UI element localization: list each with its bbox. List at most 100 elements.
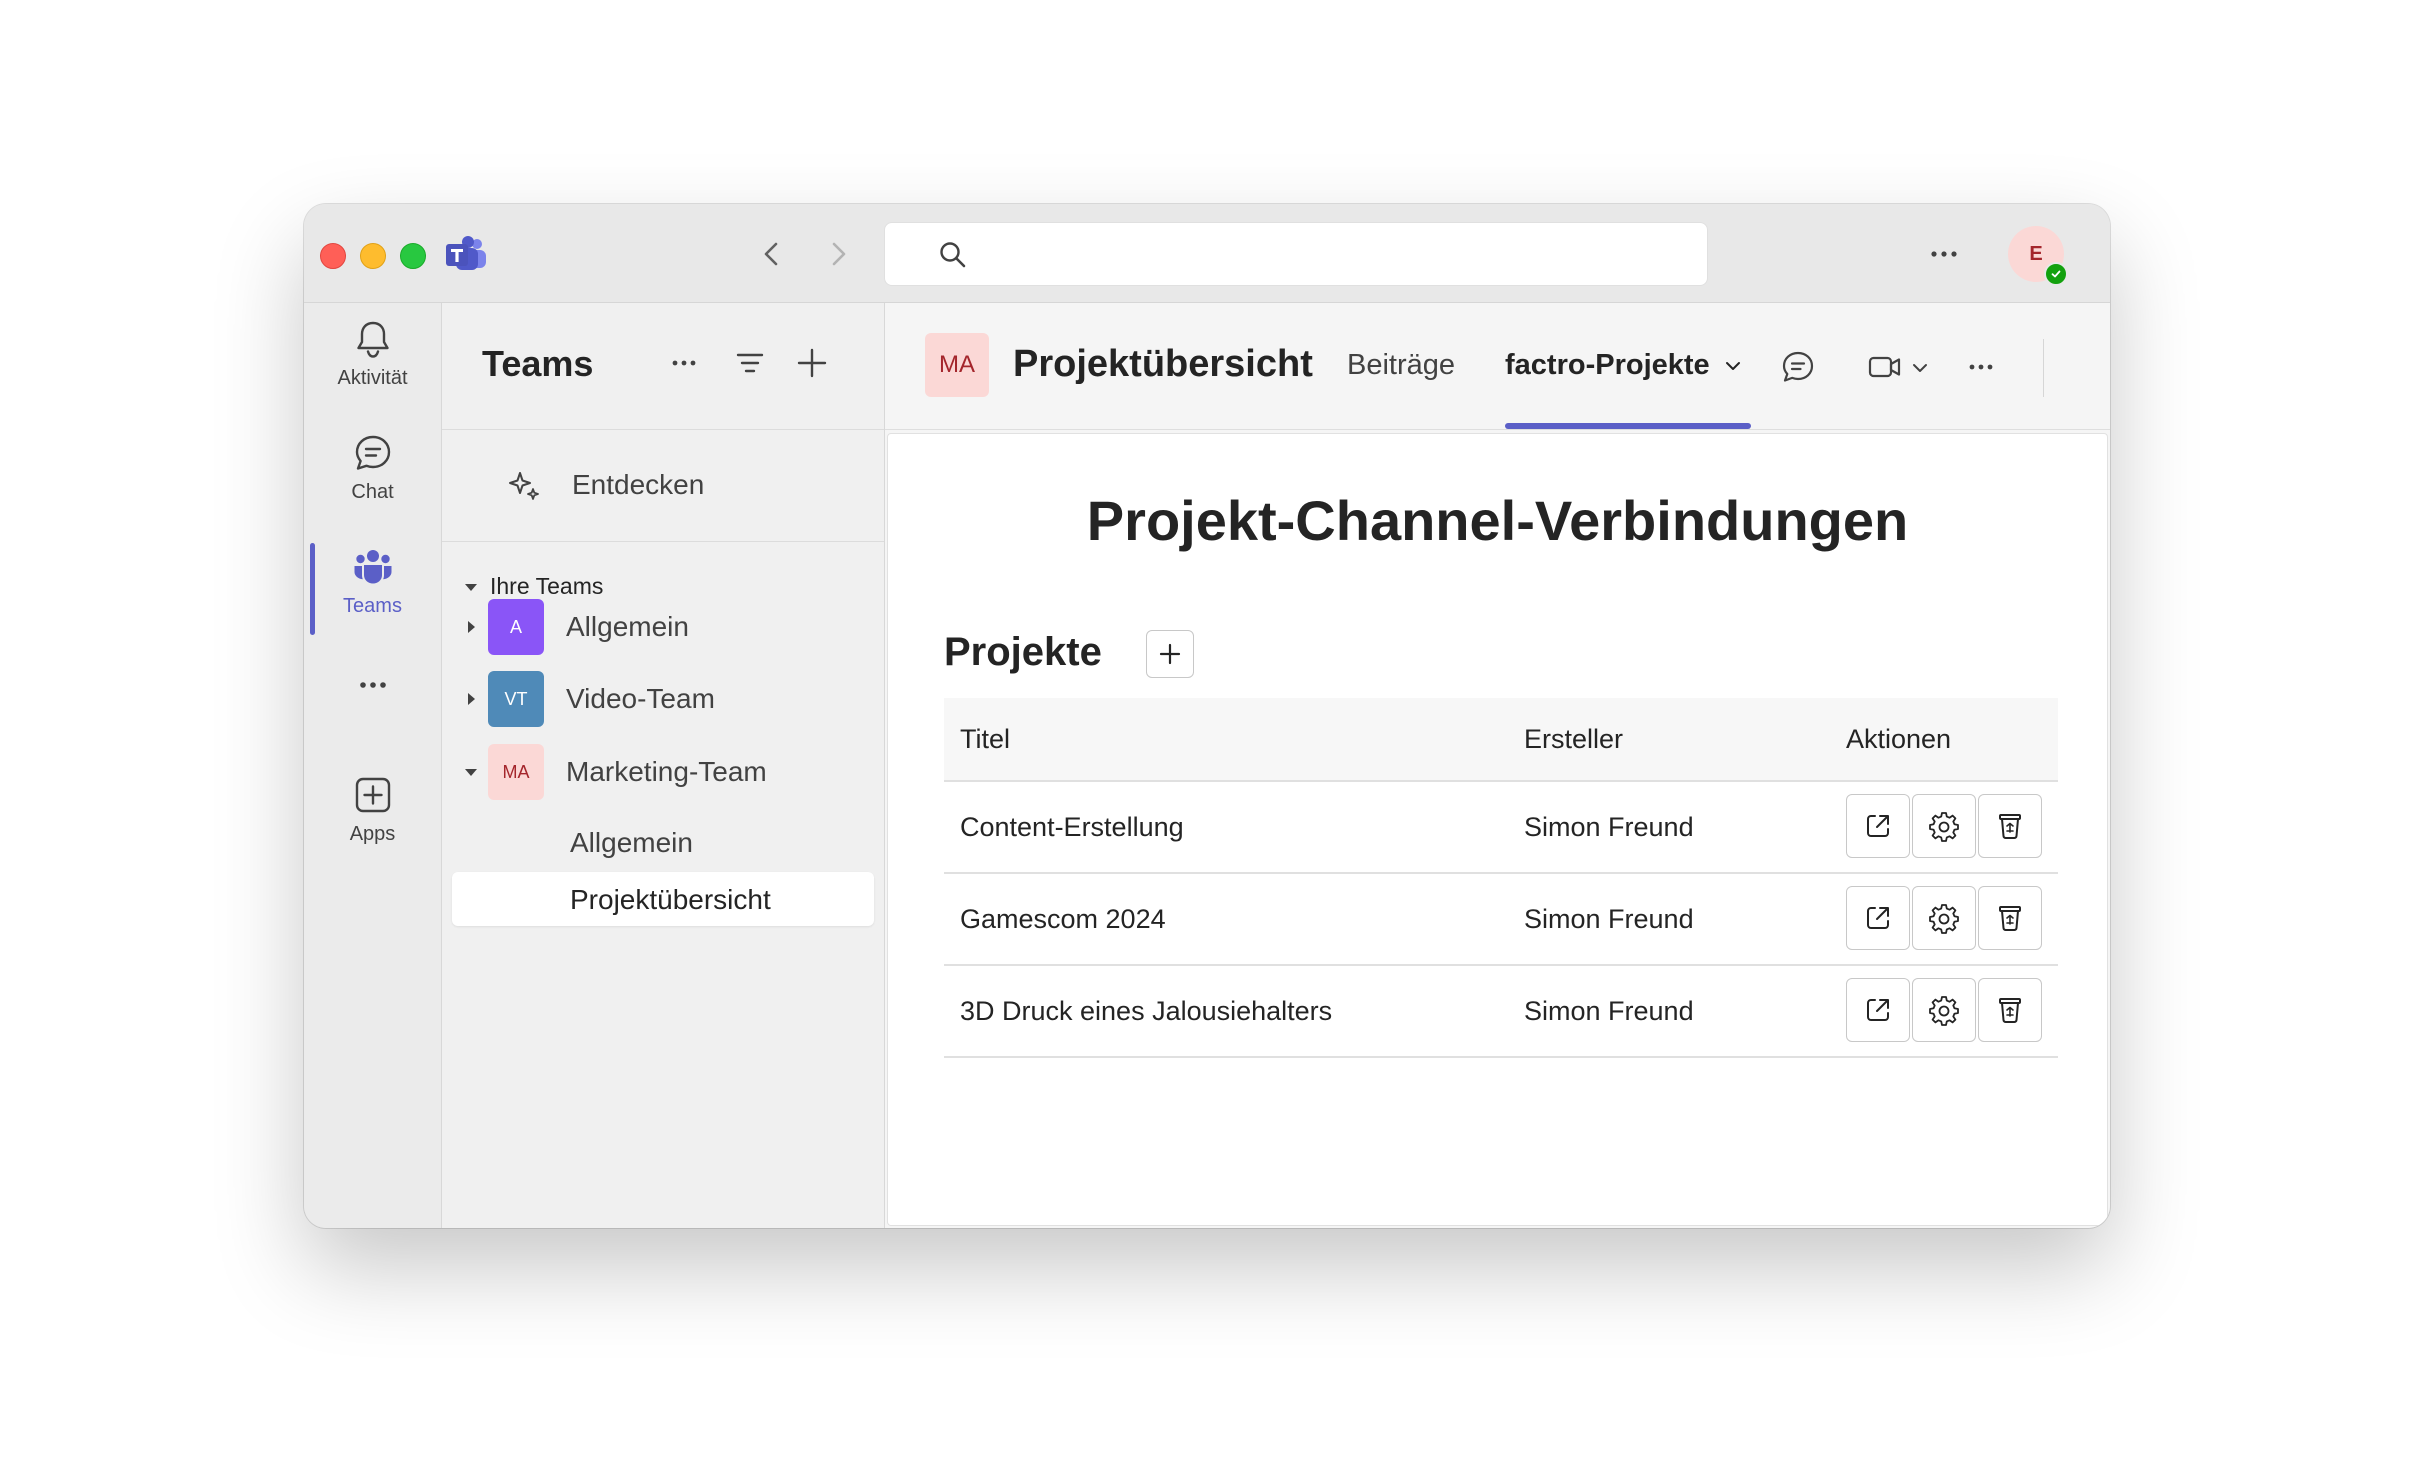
teams-logo-icon [446,236,486,270]
open-project-button[interactable] [1846,794,1910,858]
tab-factro-projekte[interactable]: factro-Projekte [1505,349,1744,382]
open-project-button[interactable] [1846,978,1910,1042]
filter-icon[interactable] [730,343,770,383]
team-item-video-team[interactable]: VT Video-Team [442,667,884,731]
project-creator: Simon Freund [1524,904,1694,934]
row-actions [1846,886,2042,950]
row-actions [1846,794,2042,858]
rail-item-apps[interactable]: Apps [304,773,441,873]
open-external-icon [1867,907,1889,929]
sparkle-icon [509,472,539,500]
tab-beitraege[interactable]: Beiträge [1347,349,1455,382]
rail-item-teams[interactable]: Teams [304,545,441,645]
table-row: Content-Erstellung Simon Freund [944,782,2058,874]
settings-icon [1929,812,1959,842]
open-external-icon [1867,999,1889,1021]
open-project-button[interactable] [1846,886,1910,950]
caret-right-icon [468,693,475,705]
team-item-marketing-team[interactable]: MA Marketing-Team [442,740,884,804]
caret-down-icon [465,769,477,776]
team-avatar: MA [488,744,544,800]
project-settings-button[interactable] [1912,978,1976,1042]
delete-project-button[interactable] [1978,978,2042,1042]
column-header-actions: Aktionen [1846,724,1952,754]
app-rail: Aktivität Chat Teams Apps [304,303,442,1228]
header-divider [2043,339,2044,397]
search-input[interactable] [884,222,1708,286]
rail-label-teams: Teams [343,595,402,617]
rail-item-chat[interactable]: Chat [304,431,441,531]
team-avatar: A [488,599,544,655]
presence-available-icon [2044,262,2068,286]
main-area: MA Projektübersicht Beiträge factro-Proj… [885,303,2110,1228]
delete-project-button[interactable] [1978,886,2042,950]
table-row: Gamescom 2024 Simon Freund [944,874,2058,966]
project-title: Gamescom 2024 [960,904,1166,934]
channel-title: Projektübersicht [1013,343,1313,385]
delete-project-button[interactable] [1978,794,2042,858]
plus-icon [1159,643,1181,665]
back-arrow-icon[interactable] [752,234,792,274]
rail-item-more[interactable] [304,663,441,723]
teams-icon [354,550,391,584]
chat-icon [355,435,390,470]
column-header-title: Titel [960,724,1011,754]
channel-avatar: MA [925,333,989,397]
team-item-allgemein[interactable]: A Allgemein [442,595,884,659]
project-title: 3D Druck eines Jalousiehalters [960,996,1333,1026]
add-team-icon[interactable] [792,343,832,383]
app-window: E Aktivität Chat Teams Apps Teams Entdec… [304,204,2110,1228]
team-name: Video-Team [566,683,715,714]
delete-icon [1999,814,2021,839]
chevron-down-icon[interactable] [1905,347,1935,387]
chevron-down-icon [1725,361,1740,370]
forward-arrow-icon[interactable] [818,234,858,274]
add-project-button[interactable] [1146,630,1194,678]
add-app-icon [355,777,390,813]
open-external-icon [1867,815,1889,837]
project-settings-button[interactable] [1912,886,1976,950]
row-actions [1846,978,2042,1042]
tab-content: Projekt-Channel-Verbindungen Projekte Ti… [887,433,2108,1226]
conversation-icon[interactable] [1778,347,1818,387]
project-creator: Simon Freund [1524,996,1694,1026]
maximize-window-button[interactable] [400,243,426,269]
team-name: Marketing-Team [566,756,767,787]
header-more-icon[interactable] [1961,347,2001,387]
title-bar: E [304,204,2110,303]
bell-icon [356,321,389,358]
channel-item-allgemein[interactable]: Allgemein [452,815,874,869]
team-avatar: VT [488,671,544,727]
minimize-window-button[interactable] [360,243,386,269]
panel-more-icon[interactable] [664,343,704,383]
teams-panel-title: Teams [482,343,594,384]
rail-label-chat: Chat [351,481,394,503]
table-row: 3D Druck eines Jalousiehalters Simon Fre… [944,966,2058,1058]
channel-name: Projektübersicht [570,884,771,915]
settings-icon [1929,996,1959,1026]
tab-factro-label: factro-Projekte [1505,349,1710,381]
settings-icon [1929,904,1959,934]
rail-label-apps: Apps [349,823,396,845]
project-settings-button[interactable] [1912,794,1976,858]
discover-item[interactable]: Entdecken [442,429,884,542]
caret-right-icon [468,621,475,633]
more-options-icon[interactable] [1924,238,1964,270]
channel-item-projektuebersicht[interactable]: Projektübersicht [452,872,874,926]
teams-panel: Teams Entdecken Ihre Teams A Allgemein V… [442,303,885,1228]
delete-icon [1999,998,2021,1023]
active-tab-indicator [1505,423,1751,429]
delete-icon [1999,906,2021,931]
teams-panel-header: Teams [442,303,884,430]
more-apps-icon [359,682,386,688]
search-icon [940,242,966,268]
channel-header: MA Projektübersicht Beiträge factro-Proj… [885,303,2110,430]
rail-item-activity[interactable]: Aktivität [304,317,441,417]
video-call-icon[interactable] [1865,347,1905,387]
page-title: Projekt-Channel-Verbindungen [1086,489,1909,552]
close-window-button[interactable] [320,243,346,269]
project-title: Content-Erstellung [960,812,1184,842]
rail-label-activity: Aktivität [337,367,408,389]
discover-label: Entdecken [572,469,705,500]
table-header: Titel Ersteller Aktionen [944,698,2058,782]
